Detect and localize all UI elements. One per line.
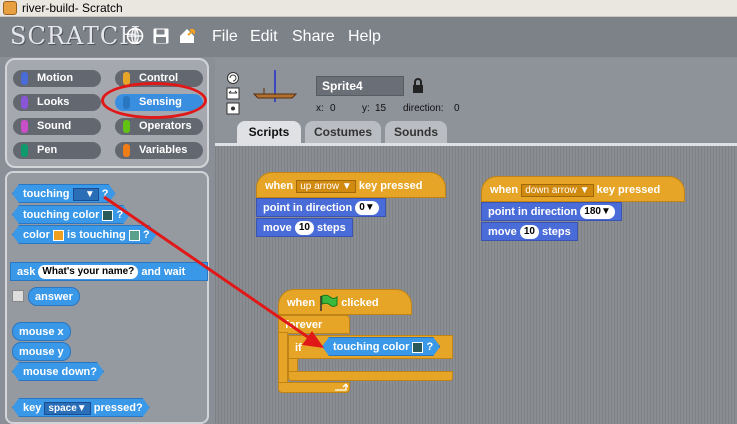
touching-dropdown[interactable]: ▼: [73, 188, 99, 201]
category-sound[interactable]: Sound: [13, 118, 101, 135]
point-in-direction-block[interactable]: point in direction 180▼: [481, 202, 622, 221]
forever-block-arm: [278, 332, 288, 384]
menu-share[interactable]: Share: [292, 28, 335, 46]
x-coord-value: 0: [330, 103, 336, 114]
mouse-x-reporter[interactable]: mouse x: [12, 322, 71, 341]
category-pen[interactable]: Pen: [13, 142, 101, 159]
color-swatch[interactable]: [102, 210, 113, 221]
green-flag-icon: [320, 294, 338, 312]
steps-field[interactable]: 10: [519, 225, 539, 240]
operators-color-swatch: [123, 120, 130, 133]
save-icon[interactable]: [152, 27, 170, 45]
tab-scripts[interactable]: Scripts: [237, 121, 301, 143]
key-pressed-block[interactable]: key space▼ pressed?: [12, 398, 150, 417]
point-in-direction-block[interactable]: point in direction 0▼: [256, 198, 386, 217]
color-swatch[interactable]: [129, 230, 140, 241]
direction-label: direction:: [403, 103, 444, 114]
globe-icon[interactable]: [126, 27, 144, 45]
menu-help[interactable]: Help: [348, 28, 381, 46]
category-operators[interactable]: Operators: [115, 118, 203, 135]
move-steps-block[interactable]: move 10 steps: [481, 222, 578, 241]
ask-and-wait-block[interactable]: ask What's your name? and wait: [10, 262, 208, 281]
direction-field[interactable]: 180▼: [580, 205, 615, 220]
x-coord-label: x:: [316, 103, 324, 114]
color-is-touching-block[interactable]: color is touching ?: [12, 225, 157, 244]
scratch-cat-icon: [3, 1, 17, 15]
menu-edit[interactable]: Edit: [250, 28, 278, 46]
direction-field[interactable]: 0▼: [355, 201, 379, 216]
y-coord-value: 15: [375, 103, 387, 114]
y-coord-label: y:: [362, 103, 370, 114]
touching-color-condition[interactable]: touching color ?: [322, 337, 440, 356]
key-dropdown[interactable]: space▼: [44, 402, 90, 415]
category-looks[interactable]: Looks: [13, 94, 101, 111]
loop-arrow-icon: [335, 383, 348, 391]
tab-sounds[interactable]: Sounds: [385, 121, 447, 143]
menu-file[interactable]: File: [212, 28, 238, 46]
sensing-highlight-circle: [101, 82, 207, 119]
when-key-pressed-hat[interactable]: when up arrow ▼ key pressed: [256, 172, 446, 198]
share-project-icon[interactable]: [178, 27, 196, 45]
window-titlebar: river-build- Scratch: [0, 0, 737, 17]
sound-color-swatch: [21, 120, 28, 133]
mouse-down-block[interactable]: mouse down?: [12, 362, 104, 381]
variables-color-swatch: [123, 144, 130, 157]
when-key-pressed-hat[interactable]: when down arrow ▼ key pressed: [481, 176, 685, 202]
steps-field[interactable]: 10: [294, 221, 314, 236]
scratch-logo: SCRATCH: [10, 22, 142, 50]
category-motion[interactable]: Motion: [13, 70, 101, 87]
when-flag-clicked-hat[interactable]: when clicked: [278, 289, 412, 315]
answer-reporter[interactable]: answer: [28, 287, 80, 306]
if-block-bottom: [288, 371, 453, 381]
category-variables[interactable]: Variables: [115, 142, 203, 159]
lock-icon[interactable]: [412, 78, 424, 93]
color-swatch[interactable]: [412, 342, 423, 353]
answer-checkbox[interactable]: [12, 290, 24, 302]
direction-value: 0: [454, 103, 460, 114]
touching-color-block[interactable]: touching color ?: [12, 205, 130, 224]
mouse-y-reporter[interactable]: mouse y: [12, 342, 71, 361]
move-steps-block[interactable]: move 10 steps: [256, 218, 353, 237]
key-select[interactable]: up arrow ▼: [296, 179, 356, 193]
key-select[interactable]: down arrow ▼: [521, 183, 594, 197]
sprite-thumbnail: [252, 70, 298, 102]
sprite-name-field[interactable]: Sprite4: [316, 76, 404, 96]
looks-color-swatch: [21, 96, 28, 109]
window-title: river-build- Scratch: [22, 1, 123, 15]
touching-block[interactable]: touching ▼ ?: [12, 184, 116, 203]
ask-text-field[interactable]: What's your name?: [38, 265, 139, 280]
pen-color-swatch: [21, 144, 28, 157]
forever-block[interactable]: forever: [278, 315, 350, 334]
rotation-style-icons[interactable]: [226, 71, 240, 117]
if-block-arm: [288, 358, 298, 372]
tab-costumes[interactable]: Costumes: [305, 121, 381, 143]
motion-color-swatch: [21, 72, 28, 85]
color-swatch[interactable]: [53, 230, 64, 241]
